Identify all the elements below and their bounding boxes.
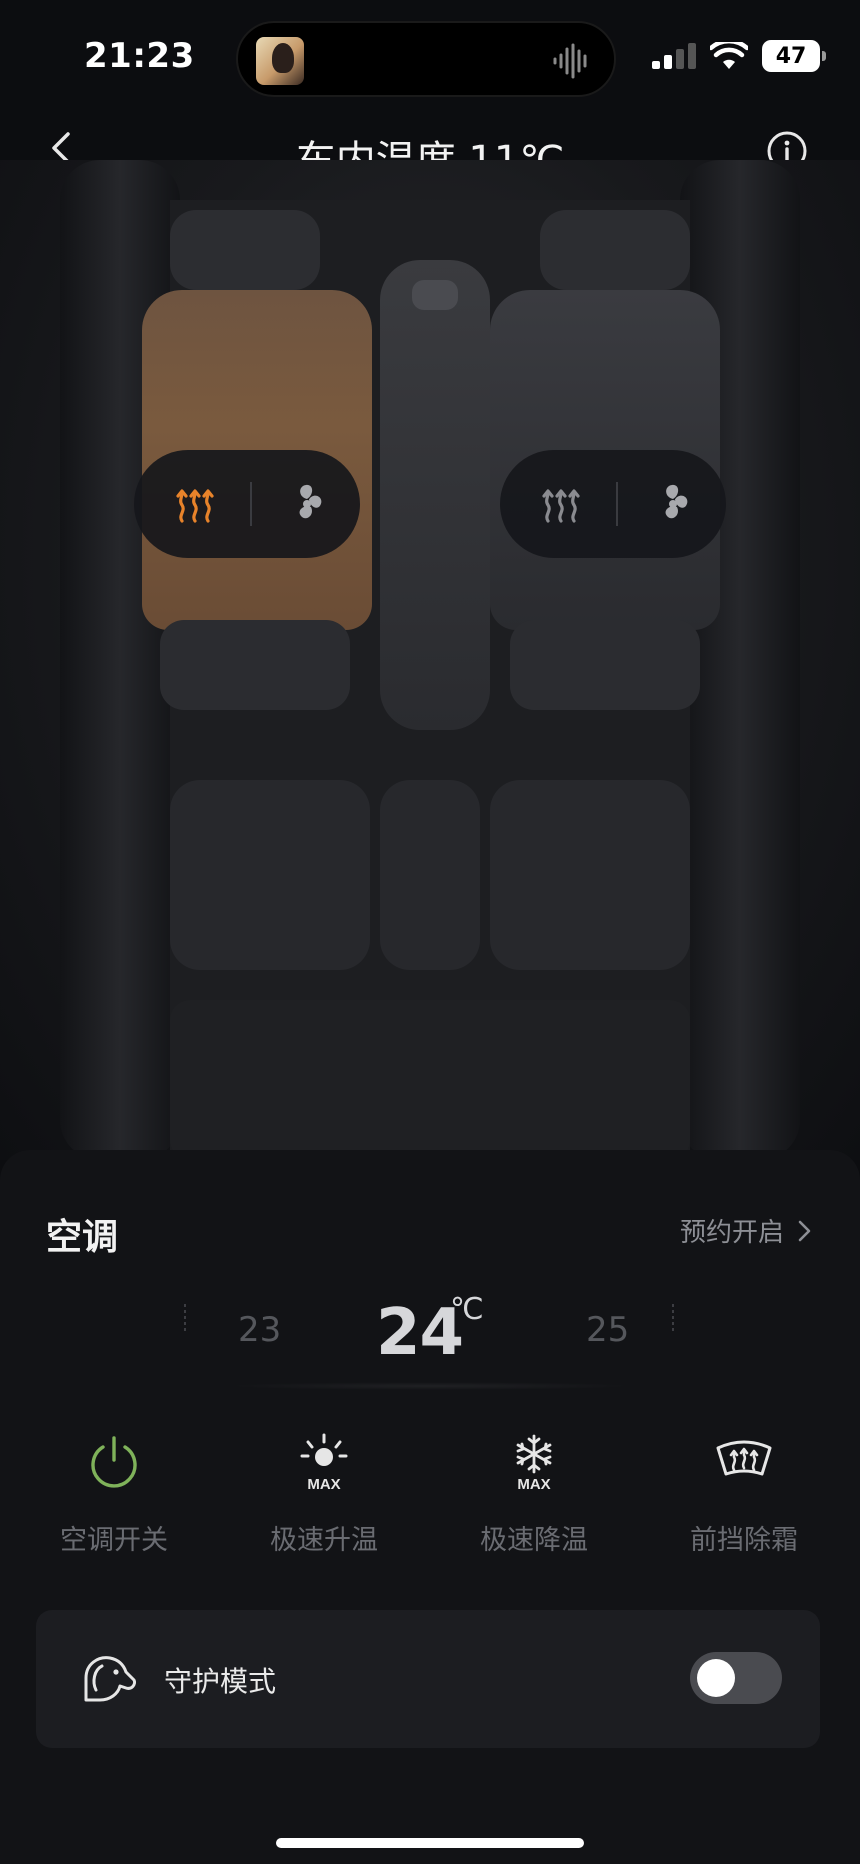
rear-footwell <box>170 1000 690 1160</box>
temperature-unit: ℃ <box>450 1292 484 1327</box>
seat-ventilation-icon[interactable] <box>650 481 696 527</box>
ac-power-label: 空调开关 <box>60 1525 168 1556</box>
status-indicators: 47 <box>652 40 826 72</box>
seat-ventilation-icon[interactable] <box>284 481 330 527</box>
center-console <box>380 260 490 730</box>
home-indicator[interactable] <box>276 1838 584 1848</box>
car-interior-view <box>0 160 860 1160</box>
max-cool-badge: MAX <box>517 1476 550 1492</box>
guard-mode-toggle[interactable] <box>690 1652 782 1704</box>
power-icon <box>91 1436 137 1488</box>
climate-section-title: 空调 <box>46 1217 119 1258</box>
max-heat-badge: MAX <box>307 1476 340 1492</box>
rear-right-seat <box>490 780 690 970</box>
temperature-picker[interactable]: 23 24 ℃ 25 <box>46 1270 814 1390</box>
schedule-start-label: 预约开启 <box>679 1218 784 1248</box>
audio-waveform-icon <box>553 43 587 79</box>
temperature-prev[interactable]: 23 <box>238 1310 281 1350</box>
wifi-icon <box>710 42 748 69</box>
picker-tick <box>672 1304 674 1334</box>
front-right-seat-controls <box>500 450 726 558</box>
front-right-headrest <box>540 210 690 290</box>
max-heat-icon: MAX <box>300 1433 348 1492</box>
guard-mode-label: 守护模式 <box>164 1665 277 1698</box>
front-left-seat-controls <box>134 450 360 558</box>
now-playing-thumbnail <box>256 37 304 85</box>
windshield-defrost-button[interactable]: 前挡除霜 <box>664 1432 824 1557</box>
front-left-headrest <box>170 210 320 290</box>
guard-mode-card: 守护模式 <box>36 1610 820 1748</box>
chevron-right-icon <box>798 1220 811 1241</box>
climate-sheet: 空调 预约开启 23 24 ℃ 25 空调开关 MAX 极速升温 MAX 极速降… <box>0 1150 860 1864</box>
picker-tick <box>184 1304 186 1334</box>
max-heat-button[interactable]: MAX 极速升温 <box>244 1432 404 1557</box>
schedule-start-link[interactable]: 预约开启 <box>680 1212 812 1249</box>
max-cool-label: 极速降温 <box>480 1525 588 1556</box>
seat-heating-icon[interactable] <box>538 481 584 527</box>
max-heat-label: 极速升温 <box>270 1525 378 1556</box>
max-cool-button[interactable]: MAX 极速降温 <box>454 1432 614 1557</box>
cellular-signal-icon <box>652 43 696 69</box>
battery-indicator: 47 <box>762 40 826 72</box>
climate-controls: 空调开关 MAX 极速升温 MAX 极速降温 前挡除霜 <box>0 1432 860 1582</box>
front-right-seat-cushion <box>510 620 700 710</box>
max-cool-icon: MAX <box>516 1434 552 1492</box>
console-controller <box>412 280 458 310</box>
pill-divider <box>250 482 252 526</box>
pill-divider <box>616 482 618 526</box>
temperature-next[interactable]: 25 <box>586 1310 629 1350</box>
dog-icon <box>84 1656 136 1702</box>
dynamic-island[interactable] <box>236 21 616 97</box>
defrost-label: 前挡除霜 <box>690 1525 798 1556</box>
front-left-seat-cushion <box>160 620 350 710</box>
rear-middle-seat <box>380 780 480 970</box>
status-time: 21:23 <box>84 36 195 76</box>
ac-power-button[interactable]: 空调开关 <box>34 1432 194 1557</box>
defrost-icon <box>716 1440 772 1476</box>
status-bar: 21:23 47 <box>0 0 860 110</box>
seat-heating-icon[interactable] <box>172 481 218 527</box>
rear-left-seat <box>170 780 370 970</box>
toggle-knob <box>697 1659 735 1697</box>
